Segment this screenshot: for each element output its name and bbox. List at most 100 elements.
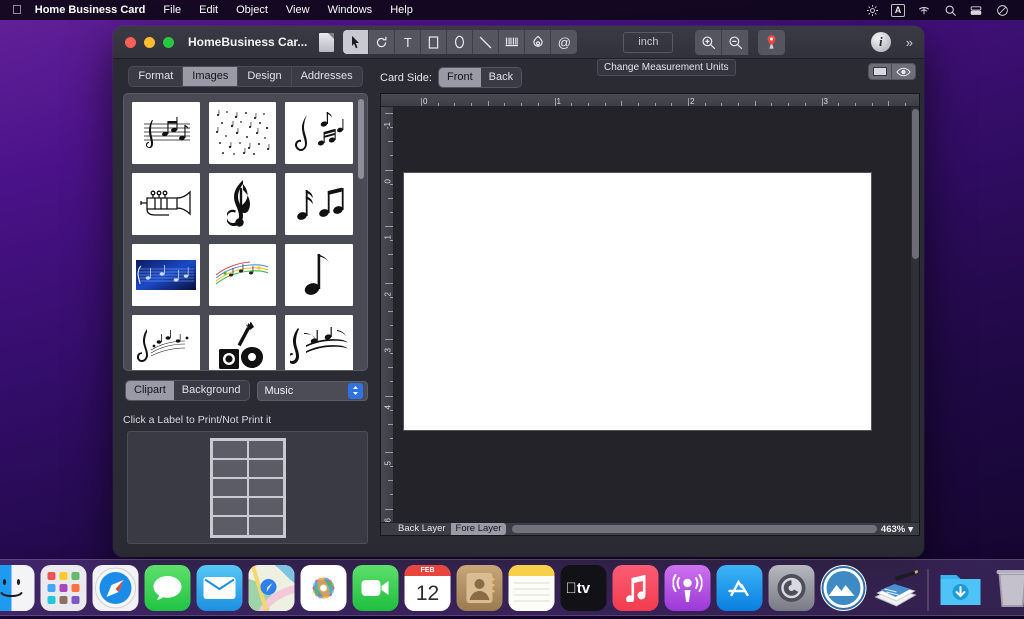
category-dropdown[interactable]: Music bbox=[256, 380, 368, 401]
label-cell[interactable] bbox=[248, 498, 283, 516]
scattered-notes-pattern-clipart[interactable] bbox=[208, 102, 277, 164]
barcode-tool[interactable] bbox=[499, 30, 526, 54]
vertical-ruler[interactable]: -1 0 1 2 3 4 5 6 bbox=[381, 107, 394, 535]
info-button[interactable]: i bbox=[870, 32, 891, 52]
rotate-tool[interactable] bbox=[369, 30, 396, 54]
h-ruler-tick bbox=[838, 103, 840, 106]
dock-item-system-settings[interactable] bbox=[768, 565, 815, 611]
card-view-button[interactable] bbox=[869, 64, 892, 79]
zoom-in-button[interactable] bbox=[695, 29, 723, 55]
dock-item-app-store[interactable] bbox=[716, 565, 763, 611]
label-cell[interactable] bbox=[212, 498, 247, 516]
label-cell[interactable] bbox=[248, 459, 283, 477]
email-tool[interactable]: @ bbox=[551, 30, 578, 54]
tab-design[interactable]: Design bbox=[238, 67, 292, 86]
tab-images[interactable]: Images bbox=[183, 67, 239, 86]
card-side-back[interactable]: Back bbox=[480, 68, 522, 87]
clef-swirl-notes-clipart[interactable] bbox=[132, 315, 200, 370]
siri-icon[interactable] bbox=[989, 0, 1015, 20]
menu-item-view[interactable]: View bbox=[277, 0, 319, 20]
dock-item-notes[interactable] bbox=[508, 565, 555, 611]
dock-item-facetime[interactable] bbox=[352, 565, 399, 611]
battery-icon[interactable] bbox=[963, 0, 989, 20]
single-eighth-note-clipart[interactable] bbox=[285, 244, 353, 306]
tab-addresses[interactable]: Addresses bbox=[292, 67, 362, 86]
stamp-tool[interactable] bbox=[525, 30, 552, 54]
treble-clef-and-notes-clipart[interactable] bbox=[285, 102, 353, 164]
label-cell[interactable] bbox=[212, 459, 247, 477]
minimize-button[interactable] bbox=[144, 36, 155, 48]
dock-item-mountain-app[interactable] bbox=[820, 565, 867, 611]
label-cell[interactable] bbox=[212, 440, 247, 458]
text-tool[interactable]: T bbox=[395, 30, 422, 54]
wifi-icon[interactable] bbox=[911, 0, 937, 20]
canvas-viewport[interactable] bbox=[395, 108, 910, 522]
dock-item-downloads-folder[interactable] bbox=[938, 565, 984, 611]
staff-with-notes-clipart[interactable] bbox=[132, 102, 200, 164]
menu-item-file[interactable]: File bbox=[154, 0, 190, 20]
tab-format[interactable]: Format bbox=[129, 67, 184, 86]
label-cell[interactable] bbox=[248, 478, 283, 497]
horizontal-ruler[interactable]: 0 1 2 3 bbox=[381, 94, 919, 107]
dock-item-calendar[interactable]: FEB 12 bbox=[404, 565, 451, 611]
menu-item-help[interactable]: Help bbox=[381, 0, 422, 20]
trumpet-clipart[interactable] bbox=[132, 173, 200, 235]
menu-item-windows[interactable]: Windows bbox=[319, 0, 382, 20]
label-cell[interactable] bbox=[212, 517, 247, 535]
window-title-bar[interactable]: HomeBusiness Car... T @ inch i » bbox=[113, 26, 924, 59]
location-pin-button[interactable] bbox=[758, 29, 786, 55]
spotlight-search-icon[interactable] bbox=[937, 0, 963, 20]
dock-item-mail[interactable] bbox=[196, 565, 243, 611]
zoom-level-menu[interactable]: 463% ▾ bbox=[881, 524, 917, 535]
control-center-icon[interactable] bbox=[859, 0, 885, 20]
fore-layer-button[interactable]: Fore Layer bbox=[450, 523, 507, 535]
background-segment[interactable]: Background bbox=[173, 381, 249, 400]
vertical-scrollbar[interactable] bbox=[910, 107, 919, 522]
blue-music-banner-clipart[interactable] bbox=[132, 244, 200, 306]
label-cell[interactable] bbox=[248, 517, 283, 535]
label-cell[interactable] bbox=[212, 478, 247, 497]
dock-item-apple-tv[interactable]: tv bbox=[560, 565, 607, 611]
dock-item-launchpad[interactable] bbox=[40, 565, 87, 611]
guitar-and-amp-clipart[interactable] bbox=[208, 315, 277, 370]
ellipse-tool[interactable] bbox=[447, 30, 474, 54]
horizontal-scrollbar[interactable] bbox=[512, 525, 877, 533]
dock-item-safari[interactable] bbox=[92, 565, 139, 611]
document-icon[interactable] bbox=[319, 32, 335, 52]
dock-item-finder[interactable] bbox=[0, 565, 35, 611]
input-source-icon[interactable]: A bbox=[885, 0, 911, 20]
treble-clef-clipart[interactable] bbox=[208, 173, 277, 235]
apple-menu[interactable]:  bbox=[0, 3, 33, 16]
dock-item-podcasts[interactable] bbox=[664, 565, 711, 611]
two-eighth-notes-clipart[interactable] bbox=[285, 173, 353, 235]
preview-eye-button[interactable] bbox=[892, 64, 915, 79]
label-sheet-preview[interactable] bbox=[127, 431, 368, 544]
back-layer-button[interactable]: Back Layer bbox=[393, 523, 451, 535]
clipart-segment[interactable]: Clipart bbox=[126, 381, 174, 400]
dock-item-home-business-card[interactable] bbox=[873, 565, 919, 611]
rectangle-tool[interactable] bbox=[421, 30, 448, 54]
clipart-scrollbar[interactable] bbox=[358, 99, 364, 179]
zoom-button[interactable] bbox=[163, 36, 174, 48]
toolbar-overflow-button[interactable]: » bbox=[897, 35, 924, 50]
card-side-label: Card Side: bbox=[380, 71, 432, 84]
line-tool[interactable] bbox=[473, 30, 500, 54]
menu-app-name[interactable]: Home Business Card bbox=[33, 0, 155, 20]
dock-item-messages[interactable] bbox=[144, 565, 191, 611]
measurement-units-field[interactable]: inch bbox=[623, 31, 674, 53]
menu-item-object[interactable]: Object bbox=[227, 0, 277, 20]
dock-item-maps[interactable] bbox=[248, 565, 295, 611]
card-side-front[interactable]: Front bbox=[438, 68, 481, 87]
close-button[interactable] bbox=[125, 36, 136, 48]
colorful-staff-swirl-clipart[interactable] bbox=[208, 244, 277, 306]
dock-item-trash[interactable] bbox=[990, 565, 1024, 611]
business-card[interactable] bbox=[404, 173, 871, 430]
menu-item-edit[interactable]: Edit bbox=[190, 0, 227, 20]
dock-item-photos[interactable] bbox=[300, 565, 347, 611]
pointer-tool[interactable] bbox=[343, 30, 370, 54]
bold-notes-swirl-clipart[interactable] bbox=[285, 315, 353, 370]
dock-item-music[interactable] bbox=[612, 565, 659, 611]
dock-item-contacts[interactable] bbox=[456, 565, 503, 611]
zoom-out-button[interactable] bbox=[722, 29, 750, 55]
label-cell[interactable] bbox=[248, 440, 283, 458]
